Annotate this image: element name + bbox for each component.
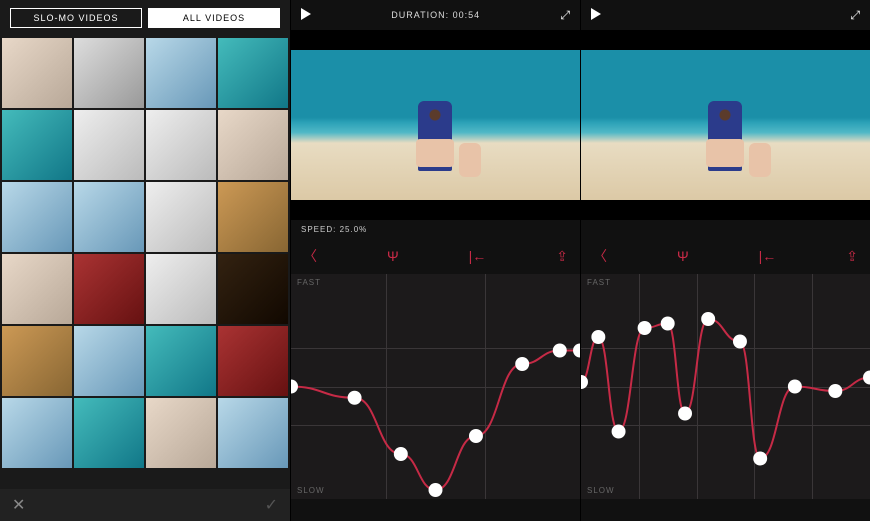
- video-preview[interactable]: [581, 30, 870, 220]
- close-icon[interactable]: ✕: [12, 495, 25, 515]
- curve-svg-2[interactable]: [581, 274, 870, 499]
- share-icon[interactable]: ⇪: [846, 248, 858, 265]
- tab-slomo-videos[interactable]: SLO-MO VIDEOS: [10, 8, 142, 28]
- play-icon[interactable]: [301, 8, 311, 23]
- video-grid: [0, 36, 290, 489]
- curve-point[interactable]: [429, 483, 443, 497]
- skip-start-icon[interactable]: |←: [759, 248, 777, 264]
- video-thumb[interactable]: [74, 398, 144, 468]
- curve-point[interactable]: [661, 317, 675, 331]
- curve-point[interactable]: [788, 380, 802, 394]
- tuning-fork-icon[interactable]: Ψ: [387, 248, 399, 264]
- play-icon[interactable]: [591, 8, 601, 23]
- video-thumb[interactable]: [2, 254, 72, 324]
- speed-label: SPEED: 25.0%: [301, 225, 367, 234]
- curve-point[interactable]: [753, 452, 767, 466]
- curve-point[interactable]: [733, 335, 747, 349]
- tuning-fork-icon[interactable]: Ψ: [677, 248, 689, 264]
- tab-all-videos[interactable]: ALL VIDEOS: [148, 8, 280, 28]
- video-thumb[interactable]: [146, 38, 216, 108]
- curve-point[interactable]: [348, 391, 362, 405]
- video-thumb[interactable]: [2, 398, 72, 468]
- video-thumb[interactable]: [218, 398, 288, 468]
- curve-point[interactable]: [573, 344, 580, 358]
- curve-point[interactable]: [553, 344, 567, 358]
- curve-point[interactable]: [515, 357, 529, 371]
- expand-icon[interactable]: ⤢: [560, 8, 570, 23]
- video-thumb[interactable]: [146, 182, 216, 252]
- video-thumb[interactable]: [74, 182, 144, 252]
- speed-graph[interactable]: FAST SLOW: [581, 274, 870, 499]
- video-preview[interactable]: [291, 30, 580, 220]
- speed-graph[interactable]: FAST SLOW: [291, 274, 580, 499]
- gallery-footer: ✕ ✓: [0, 489, 290, 521]
- video-thumb[interactable]: [218, 110, 288, 180]
- video-thumb[interactable]: [218, 182, 288, 252]
- share-icon[interactable]: ⇪: [556, 248, 568, 265]
- video-thumb[interactable]: [74, 110, 144, 180]
- back-icon[interactable]: 〈: [593, 246, 607, 266]
- editor-topbar: ⤢: [581, 0, 870, 30]
- skip-start-icon[interactable]: |←: [469, 248, 487, 264]
- curve-point[interactable]: [581, 375, 588, 389]
- video-thumb[interactable]: [146, 326, 216, 396]
- editor-toolbar: 〈 Ψ |← ⇪: [291, 238, 580, 274]
- video-thumb[interactable]: [2, 326, 72, 396]
- curve-svg-1[interactable]: [291, 274, 580, 499]
- video-thumb[interactable]: [146, 398, 216, 468]
- video-thumb[interactable]: [2, 38, 72, 108]
- video-thumb[interactable]: [2, 110, 72, 180]
- video-thumb[interactable]: [2, 182, 72, 252]
- gallery-tabs: SLO-MO VIDEOS ALL VIDEOS: [0, 0, 290, 36]
- curve-point[interactable]: [291, 380, 298, 394]
- curve-point[interactable]: [591, 330, 605, 344]
- curve-point[interactable]: [612, 425, 626, 439]
- video-thumb[interactable]: [218, 326, 288, 396]
- editor-toolbar: 〈 Ψ |← ⇪: [581, 238, 870, 274]
- curve-point[interactable]: [863, 371, 870, 385]
- editor-panel-1: DURATION: 00:54 ⤢ SPEED: 25.0% 〈 Ψ |← ⇪ …: [290, 0, 580, 521]
- back-icon[interactable]: 〈: [303, 246, 317, 266]
- curve-point[interactable]: [638, 321, 652, 335]
- video-thumb[interactable]: [146, 110, 216, 180]
- video-thumb[interactable]: [74, 254, 144, 324]
- duration-label: DURATION: 00:54: [391, 10, 480, 20]
- curve-point[interactable]: [678, 407, 692, 421]
- editor-panel-2: ⤢ 〈 Ψ |← ⇪ FAST SLOW: [580, 0, 870, 521]
- video-thumb[interactable]: [218, 254, 288, 324]
- gallery-panel: SLO-MO VIDEOS ALL VIDEOS ✕ ✓: [0, 0, 290, 521]
- video-thumb[interactable]: [218, 38, 288, 108]
- editor-topbar: DURATION: 00:54 ⤢: [291, 0, 580, 30]
- confirm-icon[interactable]: ✓: [265, 495, 278, 515]
- video-thumb[interactable]: [146, 254, 216, 324]
- expand-icon[interactable]: ⤢: [850, 8, 860, 23]
- video-thumb[interactable]: [74, 326, 144, 396]
- curve-point[interactable]: [828, 384, 842, 398]
- curve-point[interactable]: [701, 312, 715, 326]
- curve-point[interactable]: [469, 429, 483, 443]
- video-thumb[interactable]: [74, 38, 144, 108]
- curve-point[interactable]: [394, 447, 408, 461]
